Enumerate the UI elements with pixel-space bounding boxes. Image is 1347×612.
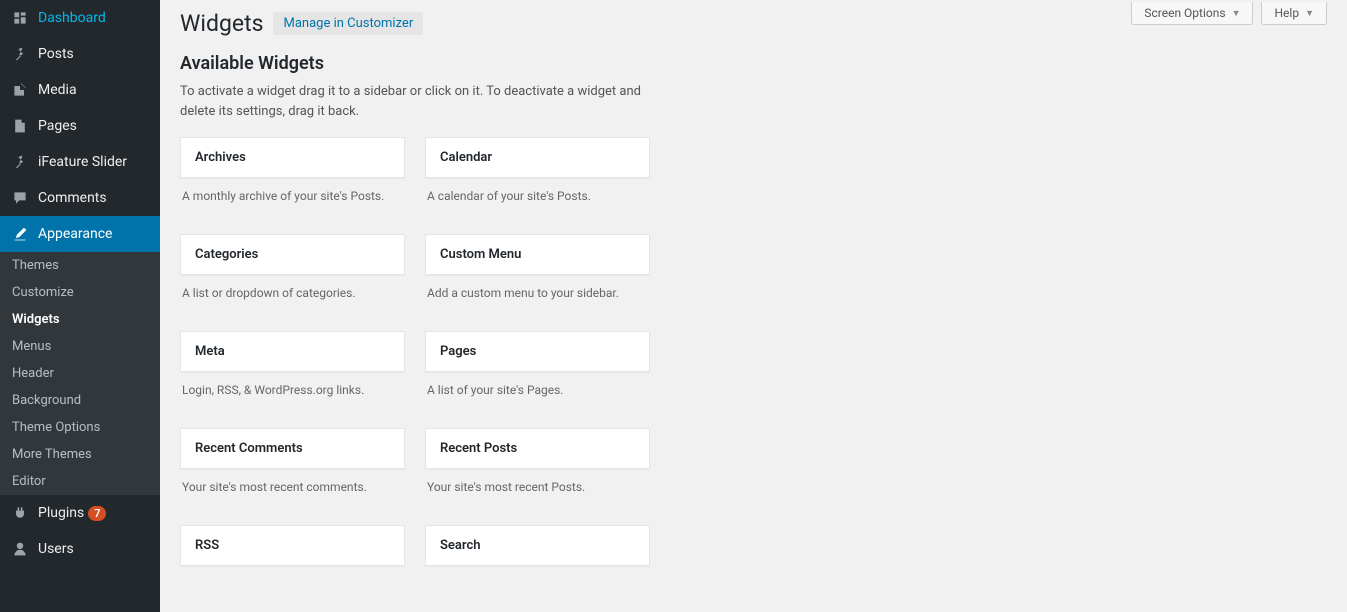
available-widget-desc: Add a custom menu to your sidebar. [425,275,650,319]
media-icon [10,80,30,100]
sidebar-item-label: Plugins [38,505,84,521]
caret-down-icon: ▼ [1232,8,1241,19]
page-title: Widgets [180,10,263,37]
available-widgets-panel: Available Widgets To activate a widget d… [180,53,650,612]
available-widget-desc: A calendar of your site's Posts. [425,178,650,222]
help-button[interactable]: Help▼ [1261,2,1327,25]
sidebar-item-label: Comments [38,190,107,206]
available-widget: Recent PostsYour site's most recent Post… [425,428,650,513]
sidebar-item-plugins[interactable]: Plugins 7 [0,495,160,531]
available-widget-desc: Login, RSS, & WordPress.org links. [180,372,405,416]
available-widget: Custom MenuAdd a custom menu to your sid… [425,234,650,319]
available-widget-header[interactable]: RSS [180,525,405,566]
available-widget-desc: Your site's most recent comments. [180,469,405,513]
sidebar-item-label: Posts [38,46,74,62]
caret-down-icon: ▼ [1305,8,1314,19]
sidebar-item-label: iFeature Slider [38,154,127,170]
submenu-item-customize[interactable]: Customize [0,279,160,306]
appearance-icon [10,224,30,244]
user-icon [10,539,30,559]
submenu-item-background[interactable]: Background [0,387,160,414]
sidebar-item-comments[interactable]: Comments [0,180,160,216]
sidebar-item-ifeature-slider[interactable]: iFeature Slider [0,144,160,180]
sidebar-item-users[interactable]: Users [0,531,160,567]
available-widget-header[interactable]: Categories [180,234,405,275]
submenu-item-widgets[interactable]: Widgets [0,306,160,333]
available-widget: MetaLogin, RSS, & WordPress.org links. [180,331,405,416]
available-widget-header[interactable]: Calendar [425,137,650,178]
available-widget: CalendarA calendar of your site's Posts. [425,137,650,222]
available-widget-desc: A monthly archive of your site's Posts. [180,178,405,222]
available-widget-desc [180,566,405,610]
manage-in-customizer-link[interactable]: Manage in Customizer [273,12,423,35]
available-widget: PagesA list of your site's Pages. [425,331,650,416]
submenu-item-header[interactable]: Header [0,360,160,387]
sidebar-item-label: Dashboard [38,10,106,26]
dashboard-icon [10,8,30,28]
submenu-item-more-themes[interactable]: More Themes [0,441,160,468]
sidebar-item-label: Appearance [38,226,112,242]
sidebar-item-label: Users [38,541,74,557]
sidebar-item-pages[interactable]: Pages [0,108,160,144]
comment-icon [10,188,30,208]
screen-options-button[interactable]: Screen Options▼ [1131,2,1253,25]
available-widget: RSS [180,525,405,610]
sidebar-item-appearance[interactable]: Appearance [0,216,160,252]
available-widget-desc [425,566,650,610]
submenu-item-editor[interactable]: Editor [0,468,160,495]
available-widget-header[interactable]: Recent Posts [425,428,650,469]
sidebar-item-label: Pages [38,118,77,134]
update-count-badge: 7 [88,506,106,521]
available-widget-header[interactable]: Search [425,525,650,566]
available-widget: CategoriesA list or dropdown of categori… [180,234,405,319]
submenu-item-menus[interactable]: Menus [0,333,160,360]
submenu-item-themes[interactable]: Themes [0,252,160,279]
available-widgets-heading: Available Widgets [180,53,650,74]
available-widget-desc: A list of your site's Pages. [425,372,650,416]
sidebar-item-label: Media [38,82,77,98]
pin-icon [10,44,30,64]
available-widget: Recent CommentsYour site's most recent c… [180,428,405,513]
top-actions: Screen Options▼ Help▼ [1131,2,1327,25]
sidebar-item-media[interactable]: Media [0,72,160,108]
available-widget-header[interactable]: Pages [425,331,650,372]
page-icon [10,116,30,136]
available-widget-header[interactable]: Recent Comments [180,428,405,469]
available-widget-header[interactable]: Custom Menu [425,234,650,275]
pin-icon [10,152,30,172]
admin-sidebar: Dashboard Posts Media Pages iFeature Slider C… [0,0,160,612]
available-widget-header[interactable]: Archives [180,137,405,178]
sidebar-item-posts[interactable]: Posts [0,36,160,72]
available-widget-header[interactable]: Meta [180,331,405,372]
submenu-item-theme-options[interactable]: Theme Options [0,414,160,441]
available-widget-desc: Your site's most recent Posts. [425,469,650,513]
available-widgets-desc: To activate a widget drag it to a sideba… [180,82,650,121]
plugin-icon [10,503,30,523]
main-content: Screen Options▼ Help▼ Widgets Manage in … [160,0,1347,612]
available-widget-desc: A list or dropdown of categories. [180,275,405,319]
available-widget: ArchivesA monthly archive of your site's… [180,137,405,222]
appearance-submenu: ThemesCustomizeWidgetsMenusHeaderBackgro… [0,252,160,495]
sidebar-item-dashboard[interactable]: Dashboard [0,0,160,36]
available-widget: Search [425,525,650,610]
